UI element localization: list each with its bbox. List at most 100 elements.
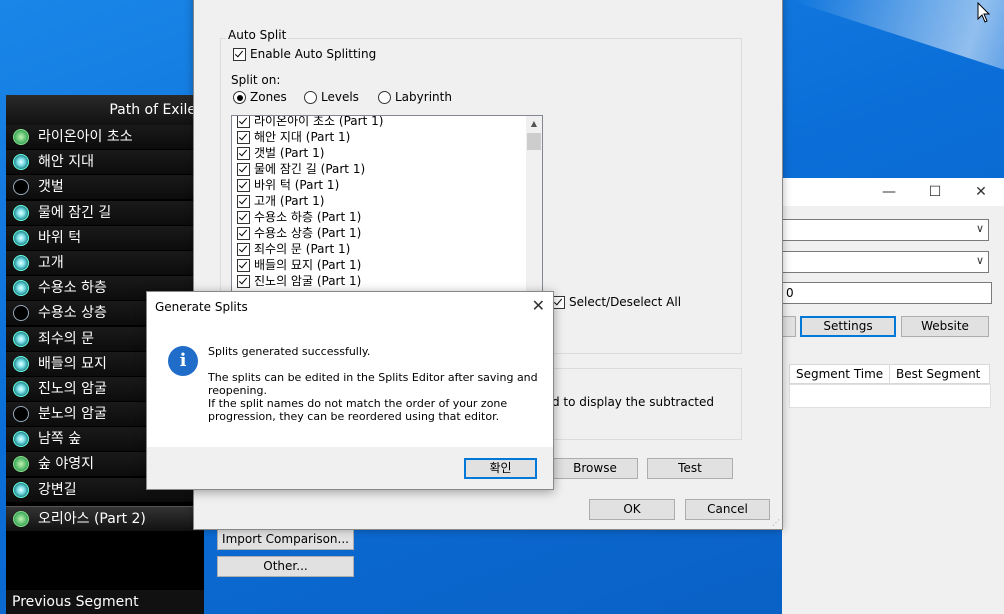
waypoint-home-icon — [13, 510, 29, 527]
cancel-button[interactable]: Cancel — [685, 499, 770, 520]
scroll-up-icon[interactable]: ▲ — [526, 116, 542, 132]
zone-list-item[interactable]: 갯벌 (Part 1) — [232, 145, 542, 161]
split-name: 수용소 하층 — [38, 280, 107, 297]
split-name: 수용소 상층 — [38, 305, 107, 322]
checkbox-checked-icon — [237, 147, 250, 160]
radio-levels-label: Levels — [321, 90, 359, 104]
waypoint-icon — [13, 380, 29, 397]
enable-label: Enable Auto Splitting — [250, 47, 377, 61]
other-button[interactable]: Other... — [217, 556, 354, 577]
split-row: 라이온아이 초소 — [6, 125, 204, 149]
zone-list-item[interactable]: 바위 턱 (Part 1) — [232, 177, 542, 193]
zone-list-item[interactable]: 수용소 하층 (Part 1) — [232, 209, 542, 225]
select-all-checkbox[interactable]: Select/Deselect All — [552, 295, 681, 309]
message-line-3: If the split names do not match the orde… — [208, 397, 508, 423]
table-row[interactable] — [789, 384, 991, 408]
split-name: 오리아스 (Part 2) — [38, 510, 146, 527]
dialog-title: Generate Splits — [155, 300, 248, 314]
radio-labyrinth-label: Labyrinth — [395, 90, 452, 104]
waypoint-icon — [13, 330, 29, 347]
previous-segment-label: Previous Segment — [6, 590, 204, 614]
split-name: 분노의 암굴 — [38, 406, 107, 423]
current-split-row: 오리아스 (Part 2) — [6, 505, 204, 531]
split-name: 라이온아이 초소 — [38, 129, 133, 145]
split-row: 해안 지대 — [6, 150, 204, 175]
split-name: 진노의 암굴 — [38, 380, 107, 397]
close-icon[interactable]: ✕ — [532, 296, 545, 315]
checkbox-checked-icon — [237, 275, 250, 288]
checkbox-checked-icon — [233, 48, 246, 61]
checkbox-checked-icon — [237, 211, 250, 224]
waypoint-home-icon — [13, 456, 29, 473]
split-name: 고개 — [38, 254, 64, 271]
close-button[interactable]: ✕ — [958, 184, 1004, 200]
select-all-label: Select/Deselect All — [569, 295, 682, 309]
split-name: 강변길 — [38, 481, 77, 498]
checkbox-checked-icon — [237, 195, 250, 208]
checkbox-checked-icon — [237, 243, 250, 256]
radio-levels[interactable]: Levels — [304, 90, 359, 104]
generate-splits-dialog: Generate Splits ✕ i Splits generated suc… — [146, 291, 554, 490]
zone-list-item[interactable]: 고개 (Part 1) — [232, 193, 542, 209]
zone-label: 고개 (Part 1) — [254, 194, 325, 208]
split-name: 바위 턱 — [38, 229, 82, 246]
browse-button[interactable]: Browse — [552, 458, 638, 479]
radio-labyrinth[interactable]: Labyrinth — [378, 90, 452, 104]
zone-list-item[interactable]: 해안 지대 (Part 1) — [232, 129, 542, 145]
offset-field[interactable]: 0 — [782, 282, 992, 304]
split-on-label: Split on: — [231, 73, 281, 87]
settings-button[interactable]: Settings — [800, 316, 896, 337]
checkbox-checked-icon — [237, 227, 250, 240]
checkbox-checked-icon — [237, 131, 250, 144]
split-name: 물에 잠긴 길 — [38, 204, 112, 221]
waypoint-icon — [13, 280, 29, 297]
waypoint-icon — [13, 254, 29, 271]
zone-label: 바위 턱 (Part 1) — [254, 178, 340, 192]
chevron-down-icon: ∨ — [975, 222, 984, 235]
zone-list-item[interactable]: 물에 잠긴 길 (Part 1) — [232, 161, 542, 177]
split-row: 갯벌 — [6, 175, 204, 200]
game-dropdown[interactable]: ∨ — [782, 219, 989, 241]
resize-grip-icon[interactable]: ⋰ — [772, 518, 780, 527]
zone-list-item[interactable]: 진노의 암굴 (Part 1) — [232, 273, 542, 289]
empty-circle-icon — [13, 179, 29, 196]
scrollbar-thumb[interactable] — [527, 133, 541, 150]
maximize-button[interactable]: ☐ — [912, 184, 958, 200]
enable-auto-split-checkbox[interactable]: Enable Auto Splitting — [233, 47, 376, 61]
checkbox-checked-icon — [237, 179, 250, 192]
checkbox-checked-icon — [237, 259, 250, 272]
waypoint-icon — [13, 431, 29, 448]
zone-label: 배들의 묘지 (Part 1) — [254, 258, 362, 272]
column-header-best-segment[interactable]: Best Segment — [889, 364, 990, 384]
zone-checklist[interactable]: 라이온아이 초소 (Part 1) 해안 지대 (Part 1) 갯벌 (Part … — [231, 115, 543, 292]
zone-list-item[interactable]: 라이온아이 초소 (Part 1) — [232, 116, 542, 129]
import-comparison-button[interactable]: Import Comparison... — [217, 529, 354, 550]
checkbox-checked-icon — [237, 163, 250, 176]
split-name: 숲 야영지 — [38, 456, 94, 473]
split-name: 남쪽 숲 — [38, 431, 82, 448]
game-title: Path of Exile — [6, 95, 204, 125]
checkbox-checked-icon — [237, 116, 250, 128]
confirm-button[interactable]: 확인 — [464, 458, 537, 479]
ok-button[interactable]: OK — [589, 499, 675, 520]
split-row: 바위 턱 — [6, 225, 204, 250]
zone-list-item[interactable]: 수용소 상층 (Part 1) — [232, 225, 542, 241]
website-button[interactable]: Website — [901, 316, 989, 337]
empty-circle-icon — [13, 305, 29, 322]
subtracted-text: d to display the subtracted — [552, 395, 714, 409]
category-dropdown[interactable]: ∨ — [782, 251, 989, 273]
column-header-segment-time[interactable]: Segment Time — [789, 364, 890, 384]
radio-zones[interactable]: Zones — [233, 90, 287, 104]
test-button[interactable]: Test — [647, 458, 733, 479]
zone-list-item[interactable]: 죄수의 문 (Part 1) — [232, 241, 542, 257]
split-name: 배들의 묘지 — [38, 355, 107, 372]
zone-label: 수용소 상층 (Part 1) — [254, 226, 362, 240]
split-name: 죄수의 문 — [38, 330, 94, 347]
zone-label: 죄수의 문 (Part 1) — [254, 242, 351, 256]
vertical-scrollbar[interactable]: ▲ — [526, 116, 542, 291]
split-name: 해안 지대 — [38, 154, 94, 171]
waypoint-home-icon — [13, 129, 29, 145]
zone-list-item[interactable]: 배들의 묘지 (Part 1) — [232, 257, 542, 273]
message-line-2: The splits can be edited in the Splits E… — [208, 371, 538, 397]
minimize-button[interactable]: — — [866, 184, 912, 200]
